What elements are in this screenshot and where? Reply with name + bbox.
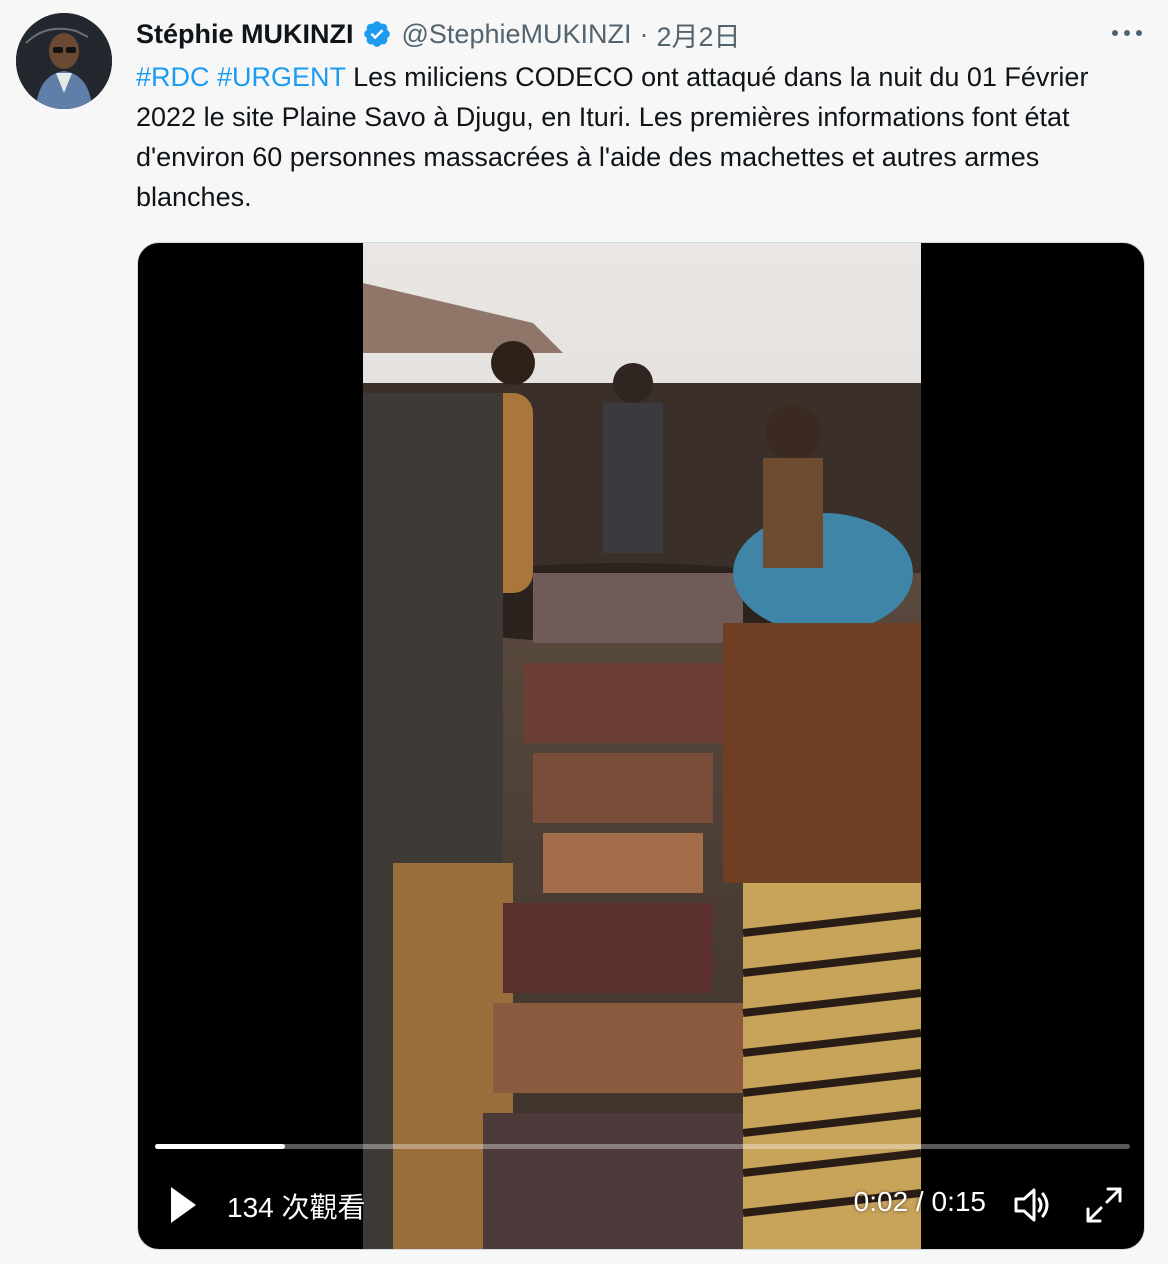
tweet-header: Stéphie MUKINZI @StephieMUKINZI · 2月2日 [136, 14, 741, 54]
avatar[interactable] [16, 13, 112, 109]
hashtag-rdc[interactable]: #RDC [136, 62, 210, 92]
user-handle[interactable]: @StephieMUKINZI [402, 19, 632, 50]
more-options-icon[interactable] [1110, 18, 1144, 48]
video-progress-fill [155, 1144, 285, 1149]
separator-dot: · [639, 18, 649, 49]
video-controls: 134 次觀看 0:02 / 0:15 [138, 1173, 1144, 1237]
user-photo-icon [16, 13, 112, 109]
view-count: 134 次觀看 [227, 1192, 366, 1223]
tweet-date[interactable]: 2月2日 [657, 15, 741, 54]
video-frame[interactable] [363, 243, 921, 1249]
video-time: 0:02 / 0:15 [853, 1186, 986, 1217]
tweet-text: #RDC #URGENT Les miliciens CODECO ont at… [136, 57, 1126, 217]
video-player[interactable]: 134 次觀看 0:02 / 0:15 [137, 242, 1145, 1250]
hashtag-urgent[interactable]: #URGENT [217, 62, 346, 92]
fullscreen-icon [1086, 1187, 1122, 1223]
volume-button[interactable] [1012, 1185, 1052, 1225]
video-progress-bar[interactable] [155, 1144, 1130, 1149]
tweet-card: Stéphie MUKINZI @StephieMUKINZI · 2月2日 #… [0, 0, 1168, 1264]
fullscreen-button[interactable] [1084, 1185, 1124, 1225]
video-frame-image [363, 243, 921, 1249]
play-button[interactable] [168, 1185, 198, 1225]
volume-icon [1014, 1188, 1049, 1222]
verified-badge-icon [362, 19, 392, 49]
play-icon [171, 1187, 196, 1223]
display-name[interactable]: Stéphie MUKINZI [136, 19, 354, 50]
